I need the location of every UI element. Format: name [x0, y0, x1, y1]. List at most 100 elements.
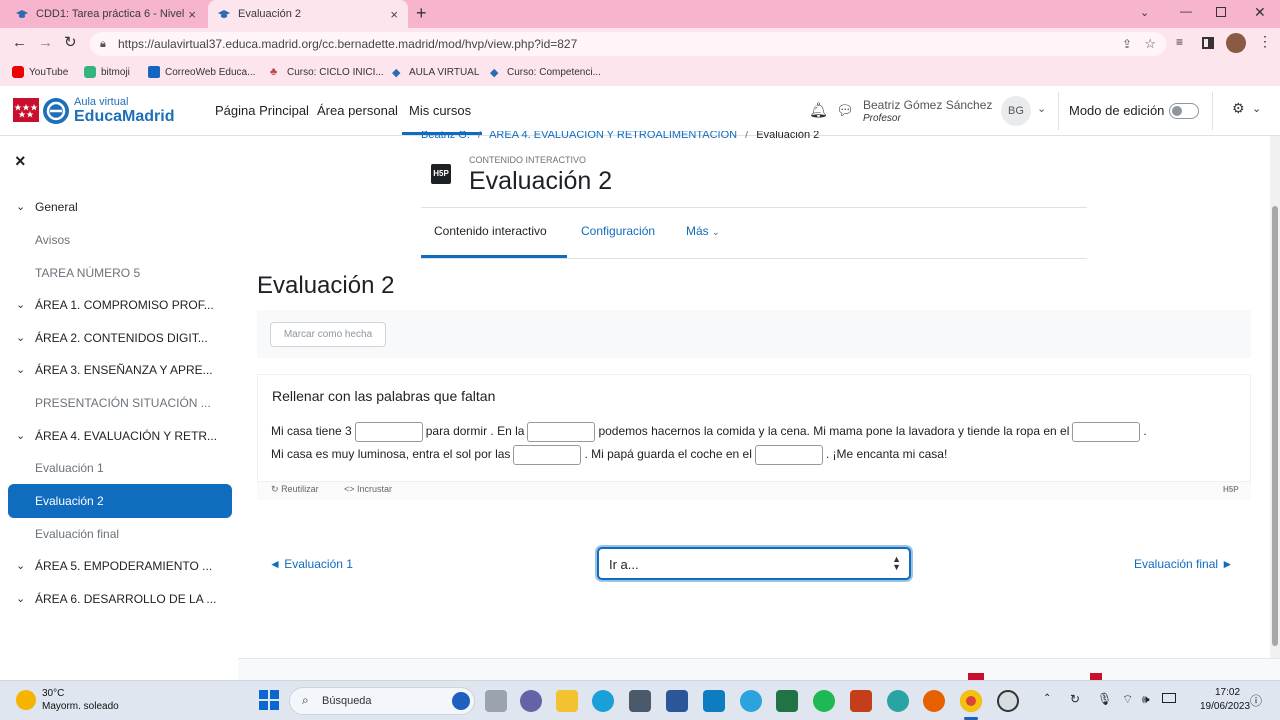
- spotify-icon[interactable]: [813, 690, 835, 712]
- section-general[interactable]: ⌄ General: [0, 192, 238, 222]
- volume-icon[interactable]: 🕪︎: [1142, 692, 1150, 707]
- user-avatar[interactable]: BG: [1001, 96, 1031, 126]
- section-area-2[interactable]: ⌄ ÁREA 2. CONTENIDOS DIGIT...: [0, 323, 238, 353]
- minimize-icon[interactable]: —: [1180, 4, 1192, 18]
- breadcrumb-course[interactable]: Beatriz G.: [421, 131, 470, 141]
- chevron-down-icon[interactable]: ⌄: [16, 551, 25, 581]
- chrome-icon[interactable]: [960, 690, 982, 712]
- chevron-down-icon[interactable]: ⌄: [16, 584, 25, 614]
- excel-icon[interactable]: [776, 690, 798, 712]
- scrollbar-thumb[interactable]: [1272, 206, 1278, 646]
- taskbar-search[interactable]: ⌕ Búsqueda: [289, 687, 475, 715]
- activity-evaluacion-2-active[interactable]: Evaluación 2: [8, 484, 232, 518]
- bookmark-aula-virtual[interactable]: ◆ AULA VIRTUAL: [392, 66, 479, 80]
- tab-contenido-interactivo[interactable]: Contenido interactivo: [434, 224, 547, 238]
- microphone-icon[interactable]: 🎙︎: [1097, 692, 1112, 706]
- app-icon[interactable]: [887, 690, 909, 712]
- tab-mas[interactable]: Más ⌄: [686, 224, 720, 238]
- section-area-4[interactable]: ⌄ ÁREA 4. EVALUACIÓN Y RETR...: [0, 421, 238, 451]
- battery-icon[interactable]: [1162, 693, 1176, 703]
- blank-input-2[interactable]: [527, 421, 596, 442]
- new-tab-button[interactable]: +: [416, 3, 427, 24]
- weather-sun-icon[interactable]: [16, 690, 36, 710]
- menu-dots-icon[interactable]: ⋮: [1258, 33, 1272, 50]
- breadcrumb-section[interactable]: ÁREA 4. EVALUACIÓN Y RETROALIMENTACIÓN: [489, 131, 737, 141]
- powerpoint-icon[interactable]: [850, 690, 872, 712]
- user-menu-chevron-icon[interactable]: ⌄: [1037, 102, 1046, 115]
- url-bar[interactable]: 🔒︎ https://aulavirtual37.educa.madrid.or…: [90, 32, 1166, 56]
- close-tab-icon[interactable]: ×: [188, 7, 196, 22]
- close-window-icon[interactable]: ✕: [1254, 4, 1266, 21]
- chevron-down-icon[interactable]: ⌄: [1252, 102, 1261, 115]
- mark-as-done-button[interactable]: Marcar como hecha: [270, 322, 386, 347]
- nav-area-personal[interactable]: Área personal: [317, 103, 398, 118]
- windows-start-icon[interactable]: [259, 690, 279, 710]
- prev-activity-link[interactable]: ◄ Evaluación 1: [269, 557, 353, 571]
- chevron-down-icon[interactable]: ⌄: [16, 355, 25, 385]
- side-panel-icon[interactable]: [1202, 37, 1214, 49]
- section-area-3[interactable]: ⌄ ÁREA 3. ENSEÑANZA Y APRE...: [0, 355, 238, 385]
- reload-icon[interactable]: ↻: [64, 33, 77, 51]
- browser-tab[interactable]: CDD1: Tarea práctica 6 - Nivel A2 ×: [6, 0, 206, 28]
- file-explorer-icon[interactable]: [556, 690, 578, 712]
- back-icon[interactable]: ←: [12, 34, 27, 51]
- section-area-1[interactable]: ⌄ ÁREA 1. COMPROMISO PROF...: [0, 290, 238, 320]
- activity-tarea-5[interactable]: TAREA NÚMERO 5: [0, 258, 238, 288]
- sync-icon[interactable]: ↻: [1070, 692, 1080, 706]
- clock-time[interactable]: 17:02: [1215, 687, 1240, 698]
- tab-list-icon[interactable]: ⌄: [1140, 6, 1149, 19]
- activity-evaluacion-final[interactable]: Evaluación final: [0, 519, 238, 549]
- chevron-down-icon[interactable]: ⌄: [16, 290, 25, 320]
- activity-avisos[interactable]: Avisos: [0, 225, 238, 255]
- h5p-reuse-button[interactable]: ↻ Reutilizar: [271, 484, 319, 495]
- page-scrollbar[interactable]: [1270, 136, 1280, 658]
- store-icon[interactable]: [629, 690, 651, 712]
- word-icon[interactable]: [666, 690, 688, 712]
- tab-configuracion[interactable]: Configuración: [581, 224, 655, 238]
- bookmark-bitmoji[interactable]: bitmoji: [84, 66, 130, 78]
- task-view-icon[interactable]: [485, 690, 507, 712]
- blank-input-5[interactable]: [754, 444, 823, 465]
- chevron-down-icon[interactable]: ⌄: [16, 192, 25, 222]
- activity-presentacion[interactable]: PRESENTACIÓN SITUACIÓN ...: [0, 388, 238, 418]
- blank-input-1[interactable]: [354, 421, 423, 442]
- messages-icon[interactable]: 💬︎: [836, 102, 854, 119]
- profile-avatar[interactable]: [1226, 33, 1246, 53]
- accessibility-gear-icon[interactable]: ⚙: [1232, 100, 1245, 117]
- blank-input-3[interactable]: [1072, 421, 1141, 442]
- section-area-5[interactable]: ⌄ ÁREA 5. EMPODERAMIENTO ...: [0, 551, 238, 581]
- chevron-down-icon[interactable]: ⌄: [16, 421, 25, 451]
- blank-input-4[interactable]: [513, 444, 582, 465]
- nav-pagina-principal[interactable]: Página Principal: [215, 103, 309, 118]
- section-area-6[interactable]: ⌄ ÁREA 6. DESARROLLO DE LA ...: [0, 584, 238, 614]
- bookmark-youtube[interactable]: YouTube: [12, 66, 68, 78]
- app-icon[interactable]: [703, 690, 725, 712]
- activity-evaluacion-1[interactable]: Evaluación 1: [0, 453, 238, 483]
- jump-to-select[interactable]: Ir a... ▲ ▼: [597, 547, 911, 580]
- nav-mis-cursos[interactable]: Mis cursos: [409, 103, 471, 118]
- maximize-icon[interactable]: [1216, 7, 1226, 17]
- wifi-icon[interactable]: ⌔: [1122, 692, 1133, 707]
- share-icon[interactable]: ⇪: [1122, 32, 1132, 56]
- bookmark-correoweb[interactable]: CorreoWeb Educa...: [148, 66, 255, 78]
- chevron-down-icon[interactable]: ⌄: [16, 323, 25, 353]
- h5p-logo[interactable]: H5P: [1223, 485, 1239, 494]
- browser-tab-active[interactable]: Evaluación 2 ×: [208, 0, 408, 28]
- edit-mode-toggle[interactable]: [1169, 103, 1199, 119]
- notification-center-icon[interactable]: ⓘ: [1250, 692, 1262, 709]
- bookmark-curso-competencia[interactable]: ◆ Curso: Competenci...: [490, 66, 601, 80]
- bookmark-curso-ciclo[interactable]: ♣ Curso: CICLO INICI...: [270, 66, 384, 78]
- close-tab-icon[interactable]: ×: [390, 7, 398, 22]
- notifications-bell-icon[interactable]: 🔔︎: [809, 101, 828, 119]
- h5p-embed-button[interactable]: <> Incrustar: [344, 484, 392, 494]
- edge-icon[interactable]: [592, 690, 614, 712]
- next-activity-link[interactable]: Evaluación final ►: [1134, 557, 1233, 571]
- clock-date[interactable]: 19/06/2023: [1200, 701, 1250, 712]
- teams-icon[interactable]: [520, 690, 542, 712]
- tray-overflow-icon[interactable]: ⌃: [1043, 693, 1051, 704]
- bookmark-star-icon[interactable]: ☆: [1144, 32, 1156, 56]
- app-icon[interactable]: [997, 690, 1019, 712]
- close-drawer-icon[interactable]: ×: [15, 151, 26, 172]
- reading-list-icon[interactable]: ≡: [1176, 35, 1183, 49]
- forward-icon[interactable]: →: [38, 34, 53, 51]
